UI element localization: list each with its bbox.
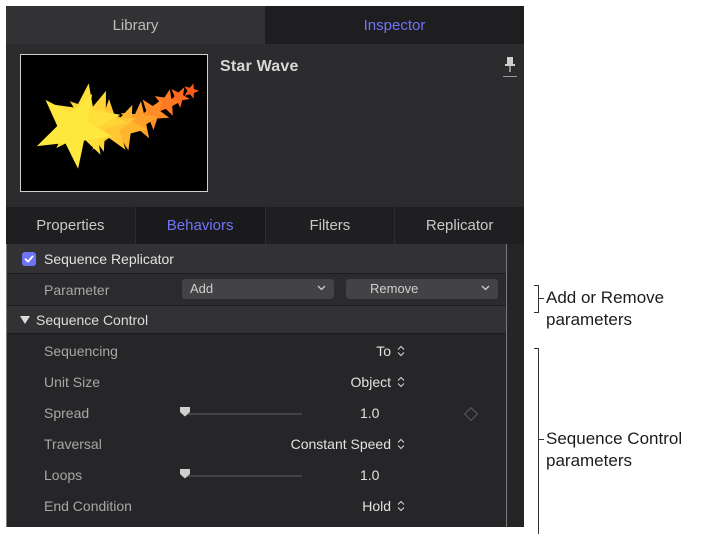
end-condition-popup[interactable]: Hold bbox=[362, 498, 405, 514]
unit-size-popup[interactable]: Object bbox=[351, 374, 405, 390]
annotation-line: parameters bbox=[546, 451, 632, 470]
spread-value[interactable]: 1.0 bbox=[360, 405, 379, 421]
section-header-sequence-control[interactable]: Sequence Control bbox=[6, 305, 507, 334]
sequence-control-tick bbox=[538, 439, 544, 440]
property-label: End Condition bbox=[44, 498, 132, 514]
updown-arrows-icon bbox=[397, 500, 405, 512]
loops-value[interactable]: 1.0 bbox=[360, 467, 379, 483]
spread-slider-knob[interactable] bbox=[180, 407, 190, 417]
property-label: Loops bbox=[44, 467, 83, 483]
property-label: Unit Size bbox=[44, 374, 101, 390]
keyframe-diamond-icon[interactable] bbox=[463, 406, 479, 422]
star-shape bbox=[184, 83, 199, 99]
loops-slider-knob[interactable] bbox=[180, 469, 190, 479]
remove-dropdown-label: Remove bbox=[370, 281, 419, 296]
tab-replicator[interactable]: Replicator bbox=[395, 207, 524, 244]
add-remove-tick bbox=[538, 298, 544, 299]
updown-arrows-icon bbox=[397, 345, 405, 357]
chevron-down-icon bbox=[317, 285, 326, 291]
loops-slider-track[interactable] bbox=[182, 475, 302, 477]
property-label: Traversal bbox=[44, 436, 102, 452]
parameter-label: Parameter bbox=[44, 282, 110, 298]
sequence-control-annotation: Sequence Control parameters bbox=[546, 428, 682, 472]
parameter-row: Parameter Add Remove bbox=[6, 274, 507, 305]
sequencing-popup[interactable]: To bbox=[376, 343, 405, 359]
tab-filters[interactable]: Filters bbox=[266, 207, 396, 244]
add-parameter-dropdown[interactable]: Add bbox=[182, 279, 334, 299]
inspector-panel: Library Inspector Star Wave Properties B… bbox=[6, 6, 524, 527]
section-label: Sequence Control bbox=[36, 312, 149, 328]
property-label: Spread bbox=[44, 405, 90, 421]
annotation-line: Add or Remove bbox=[546, 288, 665, 307]
preview-header: Star Wave bbox=[6, 44, 524, 207]
behavior-enable-checkbox[interactable] bbox=[22, 252, 36, 266]
sequence-control-bracket bbox=[534, 348, 539, 534]
property-row-loops: Loops 1.0 bbox=[6, 459, 507, 490]
inspector-sub-tabs: Properties Behaviors Filters Replicator bbox=[6, 207, 524, 244]
pin-icon[interactable] bbox=[501, 55, 519, 79]
add-remove-annotation: Add or Remove parameters bbox=[546, 287, 664, 331]
chevron-down-icon bbox=[481, 285, 490, 291]
property-row-traversal: Traversal Constant Speed bbox=[6, 428, 507, 459]
property-row-sequencing: Sequencing To bbox=[6, 335, 507, 366]
disclosure-triangle-icon[interactable] bbox=[20, 316, 30, 324]
annotation-line: parameters bbox=[546, 310, 632, 329]
property-label: Sequencing bbox=[44, 343, 118, 359]
remove-parameter-dropdown[interactable]: Remove bbox=[346, 279, 498, 299]
traversal-popup[interactable]: Constant Speed bbox=[291, 436, 405, 452]
add-dropdown-label: Add bbox=[190, 281, 214, 296]
object-name: Star Wave bbox=[220, 58, 299, 75]
tab-properties[interactable]: Properties bbox=[6, 207, 136, 244]
top-tab-bar: Library Inspector bbox=[6, 6, 524, 44]
behavior-header-row: Sequence Replicator bbox=[6, 244, 507, 274]
object-thumbnail bbox=[20, 54, 208, 192]
behaviors-content: Sequence Replicator Parameter Add Remove… bbox=[6, 244, 524, 527]
spread-slider-track[interactable] bbox=[182, 413, 302, 415]
annotation-line: Sequence Control bbox=[546, 429, 683, 448]
property-row-spread: Spread 1.0 bbox=[6, 397, 507, 428]
tab-behaviors[interactable]: Behaviors bbox=[135, 207, 266, 244]
tab-inspector[interactable]: Inspector bbox=[265, 6, 524, 44]
popup-value: Hold bbox=[362, 498, 391, 514]
property-row-unit-size: Unit Size Object bbox=[6, 366, 507, 397]
property-row-end-condition: End Condition Hold bbox=[6, 490, 507, 521]
add-remove-bracket bbox=[534, 285, 539, 313]
tab-library[interactable]: Library bbox=[6, 6, 265, 44]
updown-arrows-icon bbox=[397, 438, 405, 450]
checkmark-icon bbox=[24, 255, 34, 263]
behavior-name: Sequence Replicator bbox=[44, 251, 174, 267]
popup-value: Constant Speed bbox=[290, 436, 391, 452]
popup-value: Object bbox=[350, 374, 391, 390]
popup-value: To bbox=[376, 343, 391, 359]
updown-arrows-icon bbox=[397, 376, 405, 388]
